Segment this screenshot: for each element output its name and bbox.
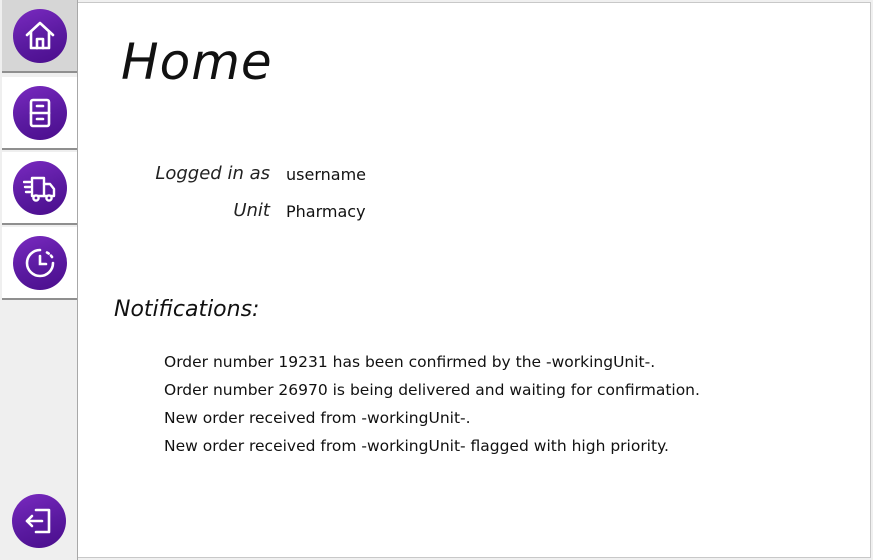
home-icon <box>12 8 67 63</box>
notifications-heading: Notifications: <box>114 297 260 322</box>
notification-item: Order number 19231 has been confirmed by… <box>164 353 656 371</box>
sidebar-item-inventory[interactable] <box>2 77 77 150</box>
unit-value: Pharmacy <box>286 202 366 221</box>
logged-in-value: username <box>286 165 366 184</box>
main-panel: Home Logged in as username Unit Pharmacy… <box>78 2 871 558</box>
notification-item: New order received from -workingUnit-. <box>164 409 471 427</box>
sidebar-item-home[interactable] <box>2 0 77 73</box>
logout-icon <box>12 494 66 548</box>
notifications-list: Order number 19231 has been confirmed by… <box>164 351 700 463</box>
unit-label: Unit <box>233 200 270 221</box>
history-clock-icon <box>12 235 67 290</box>
notification-item: Order number 26970 is being delivered an… <box>164 381 700 399</box>
delivery-truck-icon <box>12 160 67 215</box>
sidebar-item-history[interactable] <box>2 227 77 300</box>
logout-button[interactable] <box>12 494 66 548</box>
sidebar <box>0 0 78 560</box>
sidebar-item-deliveries[interactable] <box>2 152 77 225</box>
logged-in-label: Logged in as <box>155 163 270 184</box>
notification-item: New order received from -workingUnit- fl… <box>164 437 669 455</box>
cabinet-icon <box>12 85 67 140</box>
page-title: Home <box>121 33 273 91</box>
